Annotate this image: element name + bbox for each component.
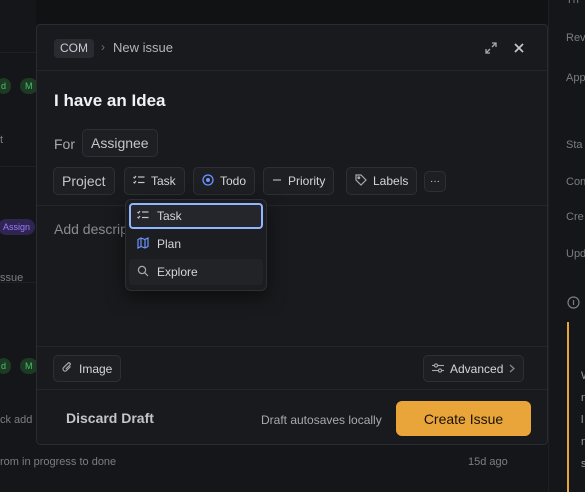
- info-icon: [567, 296, 580, 314]
- tag-icon: [355, 173, 367, 189]
- comment-fragment: W: [581, 370, 585, 382]
- comment-fragment: s: [581, 458, 585, 470]
- close-icon[interactable]: [510, 39, 528, 57]
- comment-fragment: n: [581, 392, 585, 404]
- map-icon: [137, 236, 149, 252]
- status-badge: M: [20, 358, 38, 374]
- image-label: Image: [79, 361, 113, 376]
- search-icon: [137, 265, 149, 280]
- description-placeholder: Add descrip: [54, 221, 128, 237]
- assignee-label: Assignee: [91, 135, 149, 151]
- autosave-note: Draft autosaves locally: [261, 413, 382, 427]
- chevron-right-icon: [509, 362, 516, 376]
- menu-item-label: Task: [157, 209, 182, 223]
- details-label: Rev: [566, 32, 585, 44]
- details-label: App: [566, 72, 585, 84]
- task-list-icon: [137, 209, 149, 223]
- more-icon: ···: [430, 176, 440, 187]
- todo-status-icon: [202, 173, 214, 189]
- more-options-button[interactable]: ···: [424, 171, 446, 192]
- status-button[interactable]: Todo: [193, 167, 256, 195]
- project-label: Project: [62, 173, 106, 189]
- menu-item-plan[interactable]: Plan: [129, 231, 263, 257]
- comment-accent-bar: [567, 322, 569, 492]
- breadcrumb-separator: ›: [101, 40, 105, 54]
- new-issue-modal: COM › New issue I have an Idea For Assig…: [36, 24, 548, 445]
- menu-item-label: Plan: [157, 237, 182, 251]
- comment-fragment: l: [581, 414, 584, 426]
- details-label: Upd: [566, 248, 585, 260]
- labels-button[interactable]: Labels: [346, 167, 418, 195]
- paperclip-icon: [62, 361, 73, 376]
- issue-type-button[interactable]: Task: [124, 167, 185, 195]
- discard-draft-button[interactable]: Discard Draft: [66, 410, 154, 426]
- breadcrumb-title: New issue: [113, 40, 173, 55]
- create-issue-label: Create Issue: [423, 410, 504, 427]
- status-label: Todo: [220, 174, 247, 188]
- priority-label: Priority: [288, 174, 326, 188]
- list-item-fragment: ck add: [0, 414, 33, 426]
- assignee-button[interactable]: Assignee: [82, 129, 158, 157]
- comment-fragment: n: [581, 436, 585, 448]
- list-item-fragment: t: [0, 134, 4, 146]
- assignee-badge: Assign: [0, 219, 36, 235]
- project-button[interactable]: Project: [53, 167, 115, 195]
- background-details-panel: Th Rev App Sta Con Cre Upd W n l n s: [548, 0, 585, 492]
- description-editor[interactable]: Add descrip: [37, 205, 547, 346]
- no-priority-icon: [272, 174, 282, 188]
- details-label: Cre: [566, 211, 584, 223]
- menu-item-task[interactable]: Task: [129, 203, 263, 229]
- expand-icon[interactable]: [482, 39, 500, 57]
- list-item-fragment: ssue: [0, 272, 24, 284]
- modal-header: COM › New issue: [37, 25, 547, 71]
- details-label: Sta: [566, 139, 583, 151]
- image-button[interactable]: Image: [53, 355, 122, 382]
- priority-button[interactable]: Priority: [263, 167, 335, 195]
- details-label: Con: [566, 176, 585, 188]
- advanced-button[interactable]: Advanced: [423, 355, 525, 382]
- status-badge: M: [20, 78, 38, 94]
- issue-title-input[interactable]: I have an Idea: [54, 91, 166, 111]
- menu-item-explore[interactable]: Explore: [129, 259, 263, 285]
- modal-footer: Discard Draft Draft autosaves locally Cr…: [37, 389, 547, 446]
- create-issue-button[interactable]: Create Issue: [396, 401, 531, 436]
- team-chip[interactable]: COM: [54, 39, 94, 58]
- menu-item-label: Explore: [157, 265, 198, 279]
- sliders-icon: [432, 362, 444, 376]
- task-list-icon: [133, 174, 145, 188]
- activity-text: rom in progress to done: [0, 456, 117, 468]
- labels-label: Labels: [373, 174, 409, 188]
- issue-type-menu: Task Plan Explore: [125, 199, 267, 291]
- details-label: Th: [566, 0, 579, 6]
- advanced-label: Advanced: [450, 361, 504, 376]
- issue-type-label: Task: [151, 174, 176, 188]
- for-label: For: [54, 136, 75, 152]
- row-divider: [0, 52, 36, 53]
- activity-timestamp: 15d ago: [468, 456, 508, 468]
- attachment-toolbar: Image Advanced: [37, 346, 547, 389]
- row-divider: [0, 166, 36, 167]
- activity-row: rom in progress to done 15d ago: [0, 445, 548, 492]
